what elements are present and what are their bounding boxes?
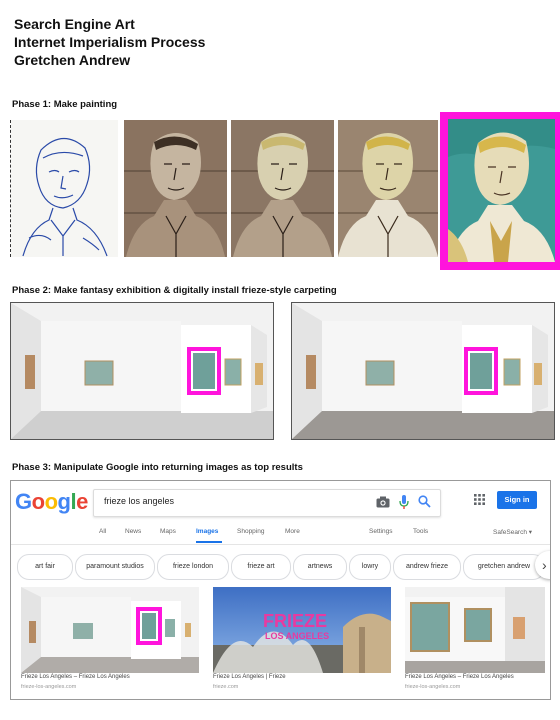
chip-frieze-london[interactable]: frieze london xyxy=(157,554,229,580)
sketch-painting xyxy=(10,120,118,257)
google-results-window: Google frieze los angeles Sign in All Ne… xyxy=(10,480,551,700)
search-input[interactable]: frieze los angeles xyxy=(104,496,174,506)
underpainting-stage-1 xyxy=(124,120,227,257)
tab-more[interactable]: More xyxy=(285,528,300,535)
search-icon[interactable] xyxy=(418,495,431,508)
google-logo-letter: o xyxy=(31,489,45,514)
chip-andrew-frieze[interactable]: andrew frieze xyxy=(393,554,461,580)
search-box[interactable]: frieze los angeles xyxy=(93,489,441,517)
chip-gretchen-andrew[interactable]: gretchen andrew xyxy=(463,554,545,580)
camera-icon[interactable] xyxy=(376,496,390,508)
title-line-1: Search Engine Art xyxy=(14,16,135,32)
tab-shopping[interactable]: Shopping xyxy=(237,528,264,535)
sign-in-button[interactable]: Sign in xyxy=(497,491,537,509)
underpainting-stage-2 xyxy=(231,120,334,257)
google-logo-letter: g xyxy=(57,489,71,514)
chip-frieze-art[interactable]: frieze art xyxy=(231,554,291,580)
tab-maps[interactable]: Maps xyxy=(160,528,176,535)
chip-artnews[interactable]: artnews xyxy=(293,554,347,580)
result-source-1: frieze-los-angeles.com xyxy=(21,684,77,690)
chip-art-fair[interactable]: art fair xyxy=(17,554,73,580)
result-image-2[interactable]: FRIEZE LOS ANGELES xyxy=(213,587,391,673)
google-logo-letter: G xyxy=(15,489,32,514)
result-title-2[interactable]: Frieze Los Angeles | Frieze xyxy=(213,674,286,680)
result-image-1[interactable] xyxy=(21,587,199,673)
painting-stage-3 xyxy=(338,120,438,257)
result-title-1[interactable]: Frieze Los Angeles – Frieze Los Angeles xyxy=(21,674,130,680)
final-painting xyxy=(448,119,555,262)
result-source-2: frieze.com xyxy=(213,684,239,690)
phase-3-title: Phase 3: Manipulate Google into returnin… xyxy=(12,462,303,473)
banner-subtitle: LOS ANGELES xyxy=(265,631,329,641)
search-tabs: All News Maps Images Shopping More Setti… xyxy=(11,528,550,542)
google-logo[interactable]: Google xyxy=(15,489,88,515)
tab-all[interactable]: All xyxy=(99,528,106,535)
google-logo-letter: e xyxy=(76,489,88,514)
title-line-2: Internet Imperialism Process xyxy=(14,34,206,50)
phase-1-title: Phase 1: Make painting xyxy=(12,99,118,110)
result-title-3[interactable]: Frieze Los Angeles – Frieze Los Angeles xyxy=(405,674,514,680)
tab-settings[interactable]: Settings xyxy=(369,528,393,535)
chip-paramount-studios[interactable]: paramount studios xyxy=(75,554,155,580)
banner-word: FRIEZE xyxy=(263,611,327,631)
active-tab-underline xyxy=(196,541,222,543)
tab-tools[interactable]: Tools xyxy=(413,528,428,535)
chip-lowry[interactable]: lowry xyxy=(349,554,391,580)
phase-2-title: Phase 2: Make fantasy exhibition & digit… xyxy=(12,285,337,296)
microphone-icon[interactable] xyxy=(399,495,409,510)
tab-news[interactable]: News xyxy=(125,528,141,535)
google-logo-letter: o xyxy=(44,489,58,514)
tab-images[interactable]: Images xyxy=(196,528,218,535)
gallery-white-floor xyxy=(10,302,274,440)
title-line-3: Gretchen Andrew xyxy=(14,52,131,68)
gallery-carpet-floor xyxy=(291,302,555,440)
apps-grid-icon[interactable] xyxy=(474,494,485,505)
result-source-3: frieze-los-angeles.com xyxy=(405,684,461,690)
result-image-3[interactable] xyxy=(405,587,545,673)
tab-safesearch[interactable]: SafeSearch ▾ xyxy=(493,528,532,536)
tabs-divider xyxy=(11,544,550,545)
